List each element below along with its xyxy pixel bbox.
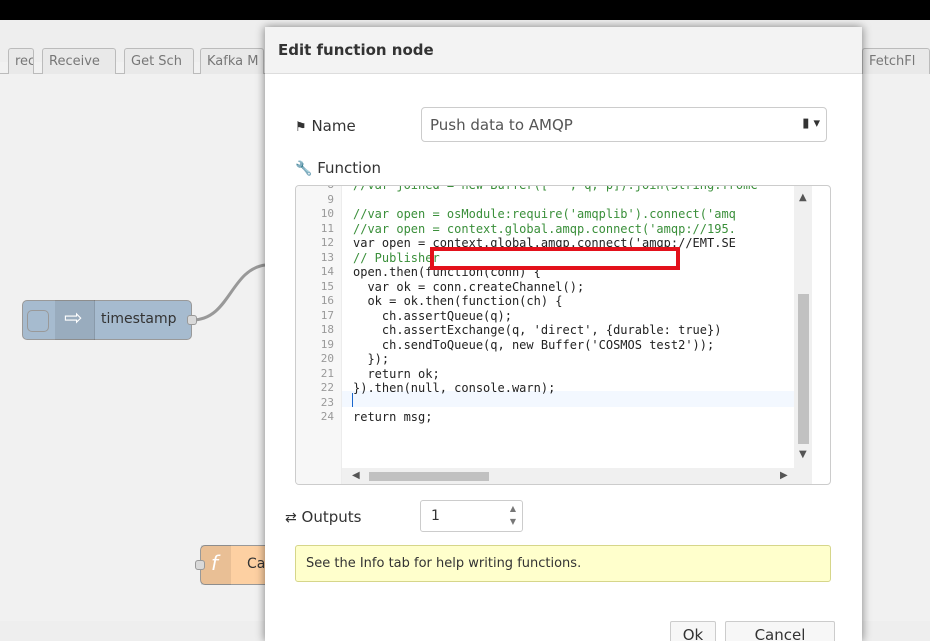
line-number: 16	[320, 294, 334, 307]
code-line[interactable]: ch.assertExchange(q, 'direct', {durable:…	[353, 323, 722, 337]
random-icon: ⇄	[285, 510, 297, 526]
output-port[interactable]	[187, 315, 197, 325]
code-line[interactable]: return ok;	[353, 367, 439, 381]
function-label: 🔧 Function	[295, 159, 382, 177]
code-editor[interactable]: 89101112131415161718192021222324 //var j…	[295, 185, 831, 485]
code-line[interactable]: });	[353, 352, 389, 366]
line-number: 24	[320, 410, 334, 423]
info-tip: See the Info tab for help writing functi…	[295, 545, 831, 582]
name-field[interactable]: ▮ ▾	[421, 107, 827, 142]
line-number: 8	[296, 186, 334, 191]
function-icon: f	[211, 551, 219, 575]
node-label: timestamp	[101, 311, 177, 327]
spin-up-icon[interactable]: ▲	[510, 504, 516, 513]
line-number: 14	[320, 265, 334, 278]
workspace-tab[interactable]: Kafka M	[200, 48, 264, 74]
code-line[interactable]: //var open = osModule:require('amqplib')…	[353, 207, 736, 221]
line-number: 11	[320, 221, 334, 235]
line-number: 17	[320, 308, 334, 322]
inject-button[interactable]	[27, 310, 49, 332]
code-line[interactable]: ok = ok.then(function(ch) {	[353, 294, 562, 308]
top-bar	[0, 0, 930, 20]
inject-node-timestamp[interactable]: ⇨ timestamp	[22, 300, 197, 340]
dialog-title: Edit function node	[265, 27, 862, 74]
line-number: 13	[320, 250, 334, 264]
name-label: ⚑ Name	[295, 117, 356, 135]
input-port[interactable]	[195, 560, 205, 570]
book-icon[interactable]: ▮ ▾	[802, 116, 820, 131]
workspace-tab[interactable]: rec	[8, 48, 34, 74]
line-number: 20	[320, 352, 334, 365]
outputs-input[interactable]	[421, 501, 501, 531]
code-line[interactable]: //var open = context.global.amqp.connect…	[353, 222, 736, 236]
outputs-spinner[interactable]: ▲ ▼	[420, 500, 523, 532]
node-label: Ca	[247, 556, 266, 572]
vertical-scroll-thumb[interactable]	[798, 294, 809, 444]
line-number: 10	[320, 207, 334, 220]
text-cursor	[352, 393, 353, 407]
scroll-left-icon[interactable]: ◀	[352, 470, 360, 481]
code-line[interactable]: ch.sendToQueue(q, new Buffer('COSMOS tes…	[353, 338, 714, 352]
line-number: 19	[320, 337, 334, 351]
code-line[interactable]: return msg;	[353, 410, 432, 424]
ok-button[interactable]: Ok	[670, 621, 716, 641]
arrow-right-icon: ⇨	[64, 306, 83, 331]
scroll-up-icon[interactable]: ▲	[799, 192, 807, 203]
inject-icon-area: ⇨	[55, 300, 95, 340]
edit-function-dialog: Edit function node ⚑ Name ▮ ▾ 🔧 Function…	[265, 27, 862, 641]
code-line[interactable]: var ok = conn.createChannel();	[353, 280, 584, 294]
scroll-right-icon[interactable]: ▶	[780, 470, 788, 481]
code-line[interactable]: }).then(null, console.warn);	[353, 381, 555, 395]
tag-icon: ⚑	[295, 120, 307, 135]
line-number: 18	[320, 323, 334, 336]
code-line[interactable]: // Publisher	[353, 251, 440, 265]
code-line[interactable]: ch.assertQueue(q);	[353, 309, 512, 323]
line-number: 23	[320, 395, 334, 409]
name-input[interactable]	[422, 108, 782, 141]
line-number: 12	[320, 236, 334, 249]
cancel-button[interactable]: Cancel	[725, 621, 835, 641]
horizontal-scroll-thumb[interactable]	[369, 472, 489, 481]
code-area[interactable]: //var joined = new Buffer(["'", q, p]).j…	[342, 186, 794, 466]
highlight-annotation	[430, 247, 680, 270]
workspace-tab[interactable]: Get Sch	[124, 48, 194, 74]
workspace-tab[interactable]: FetchFl	[862, 48, 930, 74]
workspace-tab[interactable]: Receive	[42, 48, 116, 74]
scroll-down-icon[interactable]: ▼	[799, 449, 807, 460]
line-number: 15	[320, 279, 334, 293]
code-line[interactable]: //var joined = new Buffer(["'", q, p]).j…	[353, 186, 758, 192]
line-number: 22	[320, 381, 334, 394]
line-number: 9	[327, 192, 334, 206]
function-icon-area: f	[201, 545, 231, 585]
line-gutter: 89101112131415161718192021222324	[296, 186, 342, 484]
line-number: 21	[320, 366, 334, 380]
wrench-icon: 🔧	[295, 161, 313, 177]
outputs-label: ⇄ Outputs	[285, 508, 362, 526]
spin-down-icon[interactable]: ▼	[510, 517, 516, 526]
